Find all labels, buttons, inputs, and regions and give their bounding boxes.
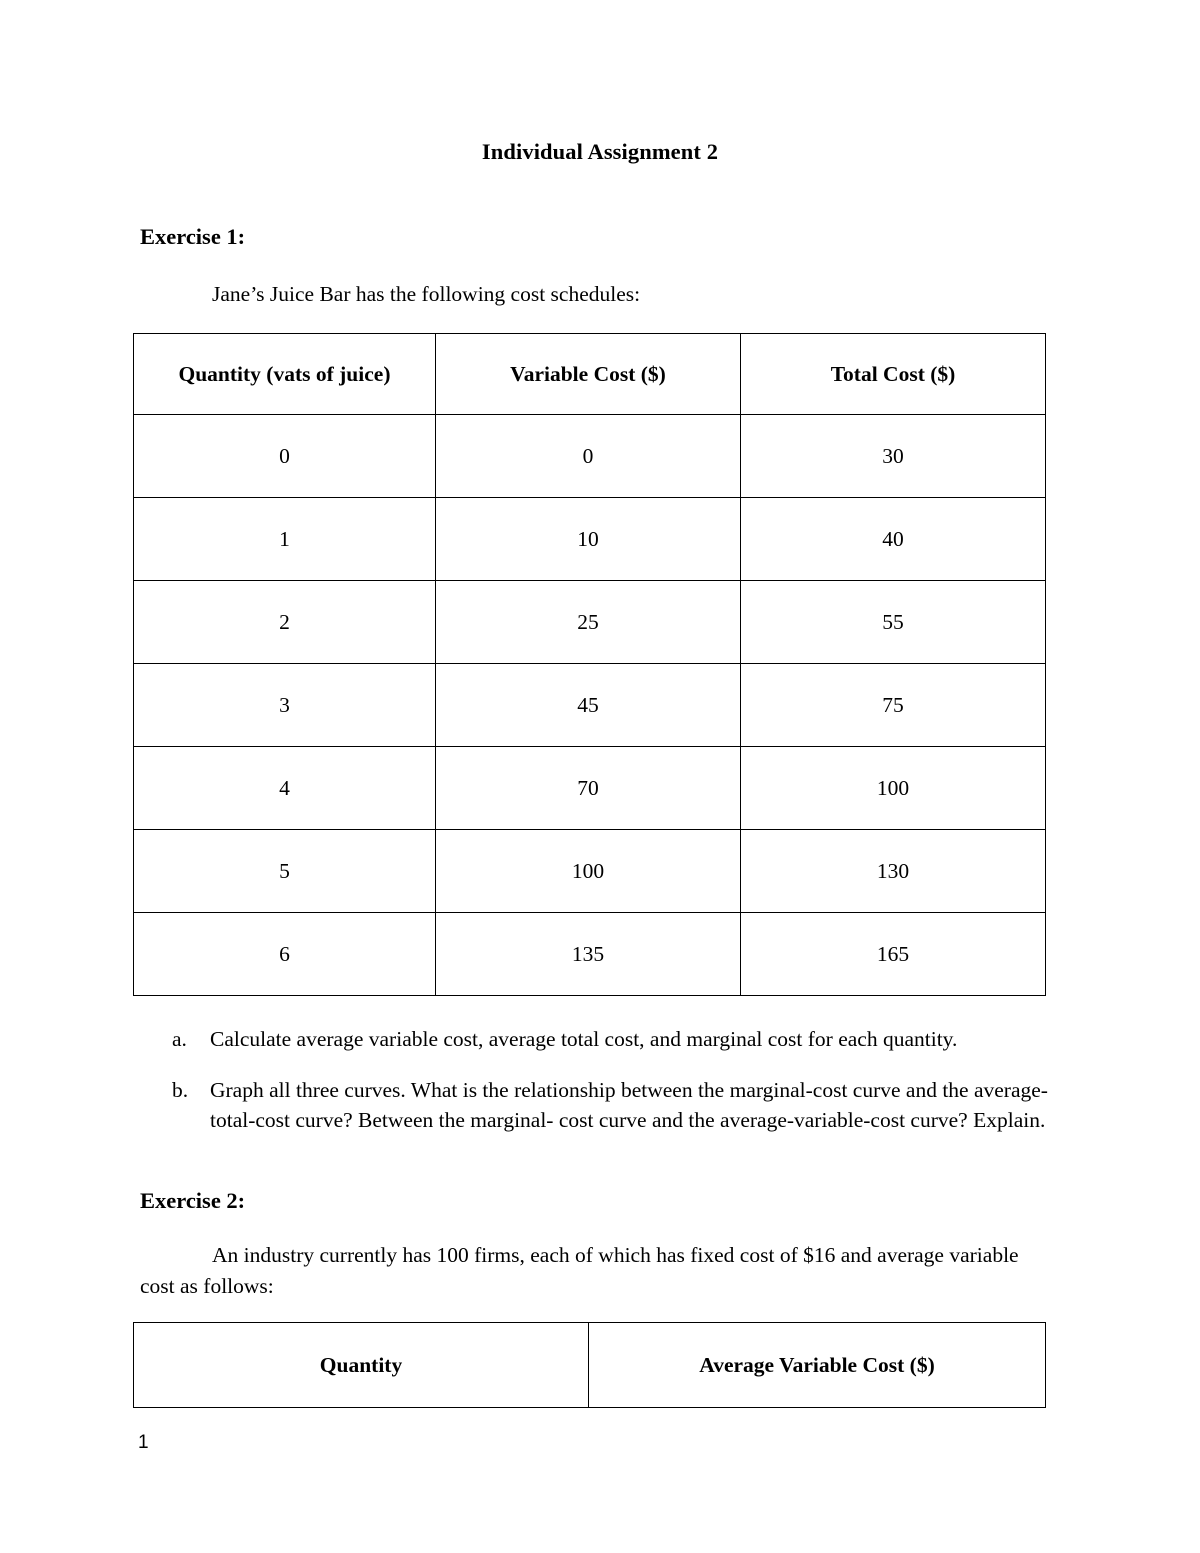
cell-total-cost: 55 bbox=[740, 580, 1046, 664]
cell-quantity: 4 bbox=[133, 746, 436, 830]
table-header-row: Quantity (vats of juice) Variable Cost (… bbox=[133, 333, 1046, 415]
table-row: 1 10 40 bbox=[133, 497, 1046, 581]
cell-total-cost: 100 bbox=[740, 746, 1046, 830]
cost-schedule-table: Quantity (vats of juice) Variable Cost (… bbox=[133, 333, 1046, 996]
cell-variable-cost: 100 bbox=[435, 829, 741, 913]
column-header-variable-cost: Variable Cost ($) bbox=[435, 333, 741, 415]
exercise-1-intro-text: Jane’s Juice Bar has the following cost … bbox=[212, 282, 641, 306]
table-row: 6 135 165 bbox=[133, 912, 1046, 996]
cell-total-cost: 75 bbox=[740, 663, 1046, 747]
table-row: 3 45 75 bbox=[133, 663, 1046, 747]
exercise-2-heading: Exercise 2: bbox=[140, 1188, 246, 1213]
column-header-quantity: Quantity (vats of juice) bbox=[133, 333, 436, 415]
cell-total-cost: 40 bbox=[740, 497, 1046, 581]
table-row: 0 0 30 bbox=[133, 414, 1046, 498]
cell-total-cost: 30 bbox=[740, 414, 1046, 498]
cell-variable-cost: 70 bbox=[435, 746, 741, 830]
list-item-text: Calculate average variable cost, average… bbox=[210, 1027, 958, 1051]
table-row: 5 100 130 bbox=[133, 829, 1046, 913]
list-item-marker: b. bbox=[172, 1077, 189, 1102]
exercise-2-intro-text: An industry currently has 100 firms, eac… bbox=[140, 1243, 1019, 1298]
exercise-1-question-list: a. Calculate average variable cost, aver… bbox=[172, 1024, 1072, 1156]
list-item: b. Graph all three curves. What is the r… bbox=[172, 1075, 1072, 1136]
table-row: 4 70 100 bbox=[133, 746, 1046, 830]
page-title: Individual Assignment 2 bbox=[481, 139, 719, 164]
cell-variable-cost: 45 bbox=[435, 663, 741, 747]
cell-variable-cost: 135 bbox=[435, 912, 741, 996]
document-page: Individual Assignment 2 Exercise 1: Jane… bbox=[0, 0, 1200, 1553]
cell-quantity: 1 bbox=[133, 497, 436, 581]
average-variable-cost-table: Quantity Average Variable Cost ($) bbox=[133, 1322, 1046, 1408]
exercise-1-heading: Exercise 1: bbox=[140, 224, 246, 249]
cell-quantity: 5 bbox=[133, 829, 436, 913]
table-row: 2 25 55 bbox=[133, 580, 1046, 664]
cell-quantity: 3 bbox=[133, 663, 436, 747]
table-header-row: Quantity Average Variable Cost ($) bbox=[133, 1322, 1046, 1408]
page-number: 1 bbox=[138, 1432, 149, 1453]
list-item-text: Graph all three curves. What is the rela… bbox=[210, 1077, 1048, 1133]
cell-quantity: 0 bbox=[133, 414, 436, 498]
cell-quantity: 2 bbox=[133, 580, 436, 664]
cell-total-cost: 165 bbox=[740, 912, 1046, 996]
cell-variable-cost: 10 bbox=[435, 497, 741, 581]
cell-variable-cost: 0 bbox=[435, 414, 741, 498]
column-header-average-variable-cost: Average Variable Cost ($) bbox=[588, 1322, 1046, 1408]
list-item: a. Calculate average variable cost, aver… bbox=[172, 1024, 1072, 1055]
list-item-marker: a. bbox=[172, 1027, 187, 1051]
column-header-total-cost: Total Cost ($) bbox=[740, 333, 1046, 415]
column-header-quantity: Quantity bbox=[133, 1322, 589, 1408]
cell-quantity: 6 bbox=[133, 912, 436, 996]
cell-total-cost: 130 bbox=[740, 829, 1046, 913]
cell-variable-cost: 25 bbox=[435, 580, 741, 664]
